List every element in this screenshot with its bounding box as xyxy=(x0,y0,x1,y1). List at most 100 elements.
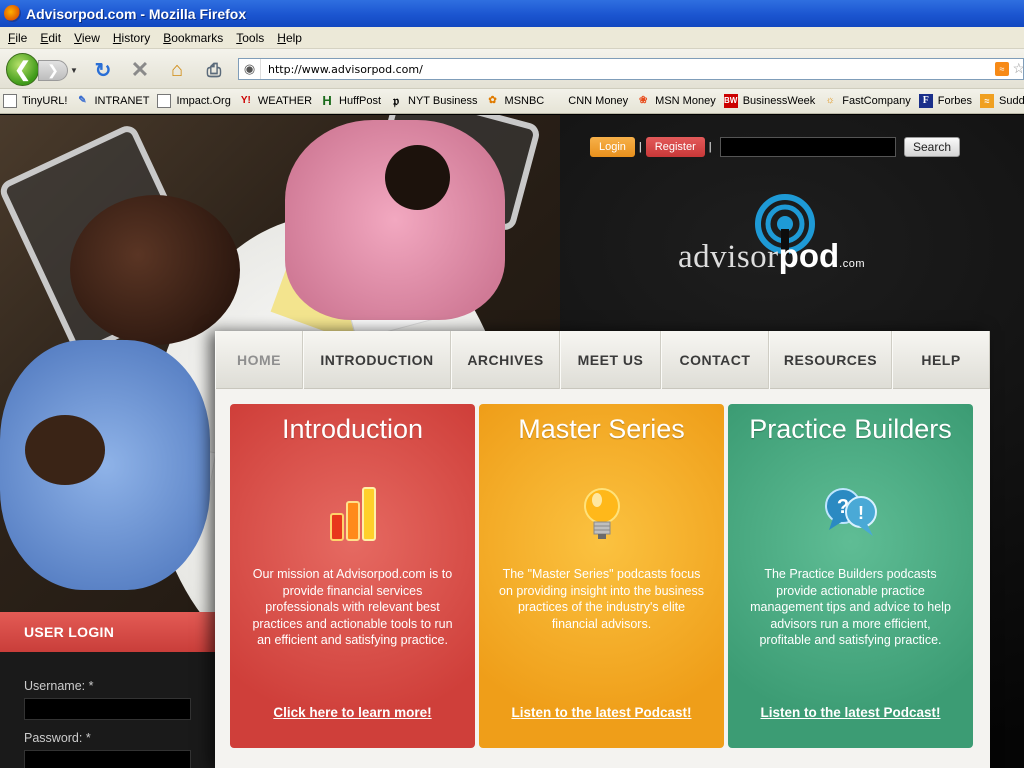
menu-help[interactable]: Help xyxy=(277,31,302,45)
bookmark-item[interactable]: ❀ MSN Money xyxy=(636,94,716,108)
logo-wordmark: advisorpod.com xyxy=(678,237,865,275)
site-identity-icon[interactable]: ◉ xyxy=(239,59,261,79)
history-dropdown-button[interactable]: ▼ xyxy=(68,63,80,78)
latest-podcast-link[interactable]: Listen to the latest Podcast! xyxy=(479,705,724,720)
bookmark-item[interactable]: CNN Money xyxy=(568,95,628,107)
page-icon xyxy=(3,94,17,108)
reload-button[interactable]: ↻ xyxy=(91,58,115,82)
bar-chart-icon xyxy=(329,487,376,541)
bookmark-item[interactable]: Impact.Org xyxy=(157,94,231,108)
msnbc-icon: ✿ xyxy=(488,95,497,106)
nav-introduction[interactable]: INTRODUCTION xyxy=(303,331,451,389)
menu-edit[interactable]: Edit xyxy=(40,31,61,45)
user-login-heading: USER LOGIN xyxy=(0,612,215,652)
bookmark-item[interactable]: BW BusinessWeek xyxy=(723,94,815,108)
menu-bookmarks[interactable]: Bookmarks xyxy=(163,31,223,45)
home-button[interactable]: ⌂ xyxy=(165,58,189,82)
username-label: Username: * xyxy=(24,679,94,693)
person-image xyxy=(285,120,505,320)
separator: | xyxy=(708,141,712,153)
nav-help[interactable]: HELP xyxy=(892,331,990,389)
card-title: Master Series xyxy=(518,414,685,444)
card-description: The Practice Builders podcasts provide a… xyxy=(750,567,951,647)
bookmark-item[interactable]: ✎ INTRANET xyxy=(75,94,149,108)
login-button[interactable]: Login xyxy=(590,137,635,157)
header-login-bar: Login | Register | xyxy=(590,137,896,157)
home-icon: ⌂ xyxy=(170,58,184,81)
navigation-toolbar: ❮ ❯ ▼ ↻ ✕ ⌂ ⎙ ◉ http://www.advisorpod.co… xyxy=(0,49,1024,89)
card-master-series: Master Series The "Master Series" podcas… xyxy=(479,404,724,748)
arrow-left-icon: ❮ xyxy=(14,59,31,81)
menu-history[interactable]: History xyxy=(113,31,150,45)
username-input[interactable] xyxy=(24,698,191,720)
person-head-image xyxy=(25,415,105,485)
learn-more-link[interactable]: Click here to learn more! xyxy=(230,705,475,720)
bookmark-item[interactable]: ✿ MSNBC xyxy=(486,94,544,108)
reload-icon: ↻ xyxy=(94,59,112,82)
search-button[interactable]: Search xyxy=(904,137,961,157)
weather-icon: Y! xyxy=(240,95,251,106)
nav-contact[interactable]: CONTACT xyxy=(661,331,769,389)
printer-icon: ⎙ xyxy=(206,59,222,80)
nav-resources[interactable]: RESOURCES xyxy=(769,331,892,389)
bookmark-item[interactable]: H HuffPost xyxy=(320,94,381,108)
svg-text:!: ! xyxy=(858,503,864,523)
separator: | xyxy=(638,141,642,153)
nav-meet-us[interactable]: MEET US xyxy=(560,331,661,389)
stop-icon: ✕ xyxy=(130,57,150,82)
menu-bar: File Edit View History Bookmarks Tools H… xyxy=(0,27,1024,49)
advisorpod-logo[interactable]: advisorpod.com xyxy=(678,193,898,283)
register-button[interactable]: Register xyxy=(645,137,705,157)
url-text[interactable]: http://www.advisorpod.com/ xyxy=(268,63,423,76)
user-login-form: Username: * Password: * xyxy=(0,652,215,768)
password-input[interactable] xyxy=(24,750,191,768)
bookmarks-toolbar: TinyURL! ✎ INTRANET Impact.Org Y! WEATHER … xyxy=(0,89,1024,114)
chevron-down-icon: ▼ xyxy=(70,66,78,75)
window-titlebar: Advisorpod.com - Mozilla Firefox xyxy=(0,0,1024,27)
intranet-icon: ✎ xyxy=(78,95,87,106)
arrow-right-icon: ❯ xyxy=(47,62,59,78)
menu-view[interactable]: View xyxy=(74,31,100,45)
forward-button[interactable]: ❯ xyxy=(38,60,68,81)
speech-bubbles-icon: ? ! xyxy=(824,488,877,536)
firefox-icon xyxy=(4,5,21,22)
person-head-image xyxy=(385,145,450,210)
msn-icon: ❀ xyxy=(638,95,648,106)
main-nav: HOME INTRODUCTION ARCHIVES MEET US CONTA… xyxy=(215,331,990,389)
window-title: Advisorpod.com - Mozilla Firefox xyxy=(26,5,247,22)
page-icon xyxy=(157,94,172,108)
bw-icon: BW xyxy=(723,94,738,108)
fastcompany-icon: ☼ xyxy=(825,95,835,106)
card-title: Practice Builders xyxy=(749,414,952,444)
bookmark-item[interactable]: F Forbes xyxy=(918,94,972,108)
back-button[interactable]: ❮ xyxy=(6,53,39,86)
nav-home[interactable]: HOME xyxy=(215,331,303,389)
menu-tools[interactable]: Tools xyxy=(236,31,264,45)
password-label: Password: * xyxy=(24,731,91,745)
person-image xyxy=(70,195,240,345)
stop-button[interactable]: ✕ xyxy=(128,57,152,82)
bookmark-item[interactable]: ≈Sudde xyxy=(980,94,1024,108)
web-page: Login | Register | Search advisorpod.com… xyxy=(0,115,1024,768)
bookmark-item[interactable]: TinyURL! xyxy=(3,94,67,108)
forbes-icon: F xyxy=(918,94,933,108)
card-practice-builders: Practice Builders ? ! The Practice Build… xyxy=(728,404,973,748)
nav-archives[interactable]: ARCHIVES xyxy=(451,331,560,389)
card-description: Our mission at Advisorpod.com is to prov… xyxy=(252,567,453,647)
huffpost-icon: H xyxy=(322,93,332,108)
print-button[interactable]: ⎙ xyxy=(202,58,226,82)
rss-icon: ≈ xyxy=(980,94,994,108)
main-panel: HOME INTRODUCTION ARCHIVES MEET US CONTA… xyxy=(215,331,990,768)
bookmark-item[interactable]: ☼ FastCompany xyxy=(823,94,911,108)
rss-feed-icon[interactable]: ≈ xyxy=(995,62,1009,76)
bookmark-star-icon[interactable]: ☆ xyxy=(1012,60,1024,77)
search-input[interactable] xyxy=(719,137,896,157)
bookmark-item[interactable]: 𝔭 NYT Business xyxy=(389,94,477,108)
latest-podcast-link[interactable]: Listen to the latest Podcast! xyxy=(728,705,973,720)
bookmark-item[interactable]: Y! WEATHER xyxy=(239,94,312,108)
card-description: The "Master Series" podcasts focus on pr… xyxy=(499,567,704,631)
card-introduction: Introduction Our mission at Advisorpod.c… xyxy=(230,404,475,748)
lightbulb-icon xyxy=(583,488,620,539)
address-bar[interactable]: ◉ http://www.advisorpod.com/ ≈ ☆ xyxy=(238,58,1024,80)
menu-file[interactable]: File xyxy=(8,31,27,45)
